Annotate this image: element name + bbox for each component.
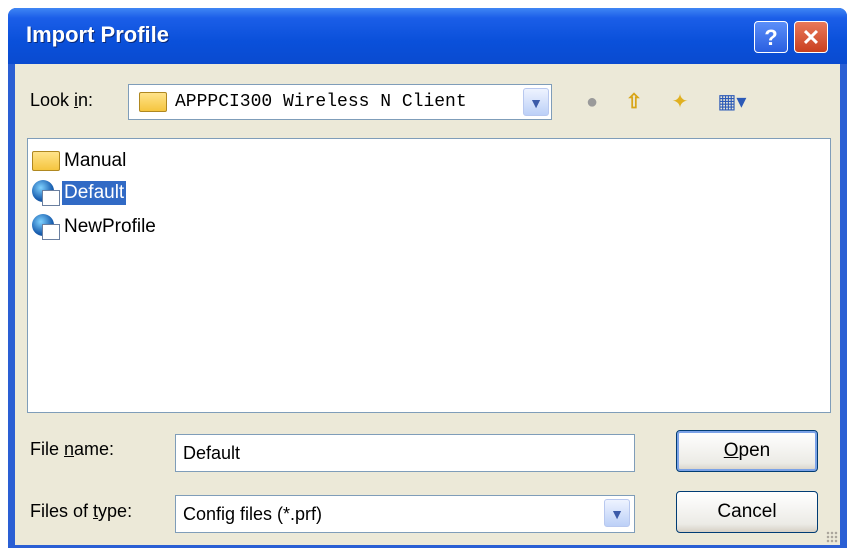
file-type-label-text: Files of [30, 501, 94, 521]
look-in-value: APPPCI300 Wireless N Client [175, 92, 467, 112]
file-name-label: File name: [30, 439, 114, 460]
list-item-label: Default [62, 181, 127, 205]
dialog-body: Look in: APPPCI300 Wireless N Client ▼ ●… [15, 64, 840, 545]
up-folder-icon[interactable]: ⇧ [619, 88, 649, 116]
file-type-value: Config files (*.prf) [183, 504, 323, 524]
profile-icon [32, 214, 60, 240]
help-button[interactable]: ? [754, 21, 788, 53]
file-type-select[interactable]: Config files (*.prf) ▼ [175, 495, 635, 533]
look-in-label-text: Look [30, 90, 75, 110]
open-button-label: pen [738, 440, 771, 461]
file-list[interactable]: Manual Default NewProfile [27, 138, 831, 413]
open-access-key: O [723, 440, 739, 461]
list-item-manual[interactable]: Manual [32, 147, 128, 175]
profile-icon [32, 180, 60, 206]
file-type-label: Files of type: [30, 501, 132, 522]
close-button[interactable]: ✕ [794, 21, 828, 53]
list-item-label: NewProfile [64, 216, 156, 237]
file-name-label-text: File [30, 439, 65, 459]
look-in-label-suffix: n: [78, 90, 94, 110]
file-name-input[interactable]: Default [175, 434, 635, 472]
title-bar[interactable]: Import Profile ? ✕ [8, 8, 847, 64]
back-icon[interactable]: ● [577, 88, 607, 116]
folder-icon [32, 151, 60, 171]
import-profile-dialog: Import Profile ? ✕ Look in: APPPCI300 Wi… [8, 8, 847, 548]
views-menu-icon[interactable]: ▦▾ [709, 88, 755, 116]
list-item-default[interactable]: Default [32, 179, 127, 207]
chevron-down-icon[interactable]: ▼ [604, 499, 630, 527]
look-in-label: Look in: [30, 90, 93, 111]
folder-icon [139, 92, 167, 112]
open-button[interactable]: Open [676, 430, 818, 472]
new-folder-icon[interactable]: ✦ [665, 88, 695, 116]
look-in-combo[interactable]: APPPCI300 Wireless N Client ▼ [128, 84, 552, 120]
file-type-label-suffix: ype: [98, 501, 133, 521]
chevron-down-icon[interactable]: ▼ [523, 88, 549, 116]
file-name-label-suffix: ame: [74, 439, 115, 459]
window-title: Import Profile [26, 22, 170, 47]
list-item-label: Manual [64, 150, 127, 171]
cancel-button[interactable]: Cancel [676, 491, 818, 533]
resize-grip[interactable] [826, 531, 838, 543]
file-name-access-key: n [64, 439, 75, 459]
list-item-newprofile[interactable]: NewProfile [32, 213, 158, 241]
